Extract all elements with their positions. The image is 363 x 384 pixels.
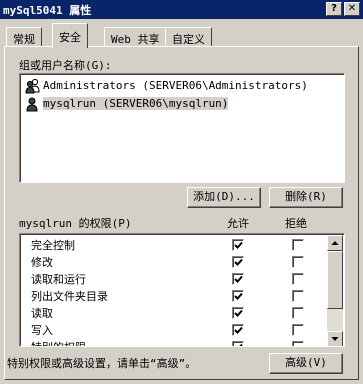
- allow-checkbox[interactable]: [232, 307, 244, 319]
- group-icon: [25, 78, 41, 94]
- permission-row: 完全控制: [31, 239, 75, 252]
- advanced-hint: 特别权限或高级设置，请单击“高级”。: [7, 357, 197, 370]
- scroll-thumb[interactable]: [327, 251, 343, 309]
- deny-checkbox[interactable]: [292, 256, 304, 268]
- allow-checkbox[interactable]: [232, 256, 244, 268]
- permission-row: 修改: [31, 256, 53, 269]
- user-row-administrators[interactable]: Administrators (SERVER06\Administrators): [25, 77, 335, 95]
- permission-row: 特别的权限: [31, 339, 86, 346]
- add-button[interactable]: 添加(D)...: [187, 187, 261, 208]
- permission-row: 列出文件夹目录: [31, 290, 108, 303]
- deny-checkbox[interactable]: [292, 324, 304, 336]
- scroll-down-button[interactable]: [327, 331, 343, 346]
- allow-checkbox[interactable]: [232, 239, 244, 251]
- title-bar: mySql5041 属性 ? ✕: [0, 0, 363, 19]
- permissions-label: mysqlrun 的权限(P): [19, 217, 132, 230]
- users-label: 组或用户名称(G):: [19, 59, 112, 72]
- tab-web-sharing[interactable]: Web 共享: [104, 27, 167, 47]
- user-icon: [25, 96, 41, 112]
- scroll-up-button[interactable]: [327, 235, 343, 251]
- deny-checkbox[interactable]: [292, 239, 304, 251]
- user-name: mysqlrun (SERVER06\mysqlrun): [43, 97, 229, 110]
- deny-checkbox[interactable]: [292, 290, 304, 302]
- tab-strip: 常规 安全 Web 共享 自定义: [4, 23, 360, 48]
- remove-button[interactable]: 删除(R): [269, 187, 343, 208]
- allow-header: 允许: [227, 217, 249, 230]
- deny-header: 拒绝: [285, 217, 307, 230]
- tab-custom[interactable]: 自定义: [165, 27, 212, 47]
- deny-checkbox[interactable]: [292, 341, 304, 346]
- permissions-list: 完全控制 修改 读取和运行 列出文件夹目录 读取 写入 特别的权限: [19, 233, 345, 347]
- security-panel: 组或用户名称(G): Administrators (SERVER06\Admi…: [4, 46, 359, 380]
- arrow-up-icon: [331, 241, 339, 245]
- permission-row: 读取和运行: [31, 273, 86, 286]
- users-listbox[interactable]: Administrators (SERVER06\Administrators)…: [19, 73, 345, 183]
- allow-checkbox[interactable]: [232, 324, 244, 336]
- permission-row: 写入: [31, 324, 53, 337]
- deny-checkbox[interactable]: [292, 307, 304, 319]
- permissions-scrollbar[interactable]: [327, 235, 343, 346]
- allow-checkbox[interactable]: [232, 273, 244, 285]
- advanced-button[interactable]: 高级(V): [269, 353, 343, 374]
- tab-general[interactable]: 常规: [6, 27, 42, 47]
- window-title: mySql5041 属性: [3, 4, 92, 17]
- user-name: Administrators (SERVER06\Administrators): [43, 79, 308, 92]
- allow-checkbox[interactable]: [232, 341, 244, 346]
- arrow-down-icon: [331, 337, 339, 341]
- tab-security[interactable]: 安全: [52, 23, 88, 48]
- deny-checkbox[interactable]: [292, 273, 304, 285]
- user-row-mysqlrun[interactable]: mysqlrun (SERVER06\mysqlrun): [25, 95, 335, 113]
- allow-checkbox[interactable]: [232, 290, 244, 302]
- help-button[interactable]: ?: [326, 2, 342, 16]
- permission-row: 读取: [31, 307, 53, 320]
- close-button[interactable]: ✕: [344, 2, 360, 16]
